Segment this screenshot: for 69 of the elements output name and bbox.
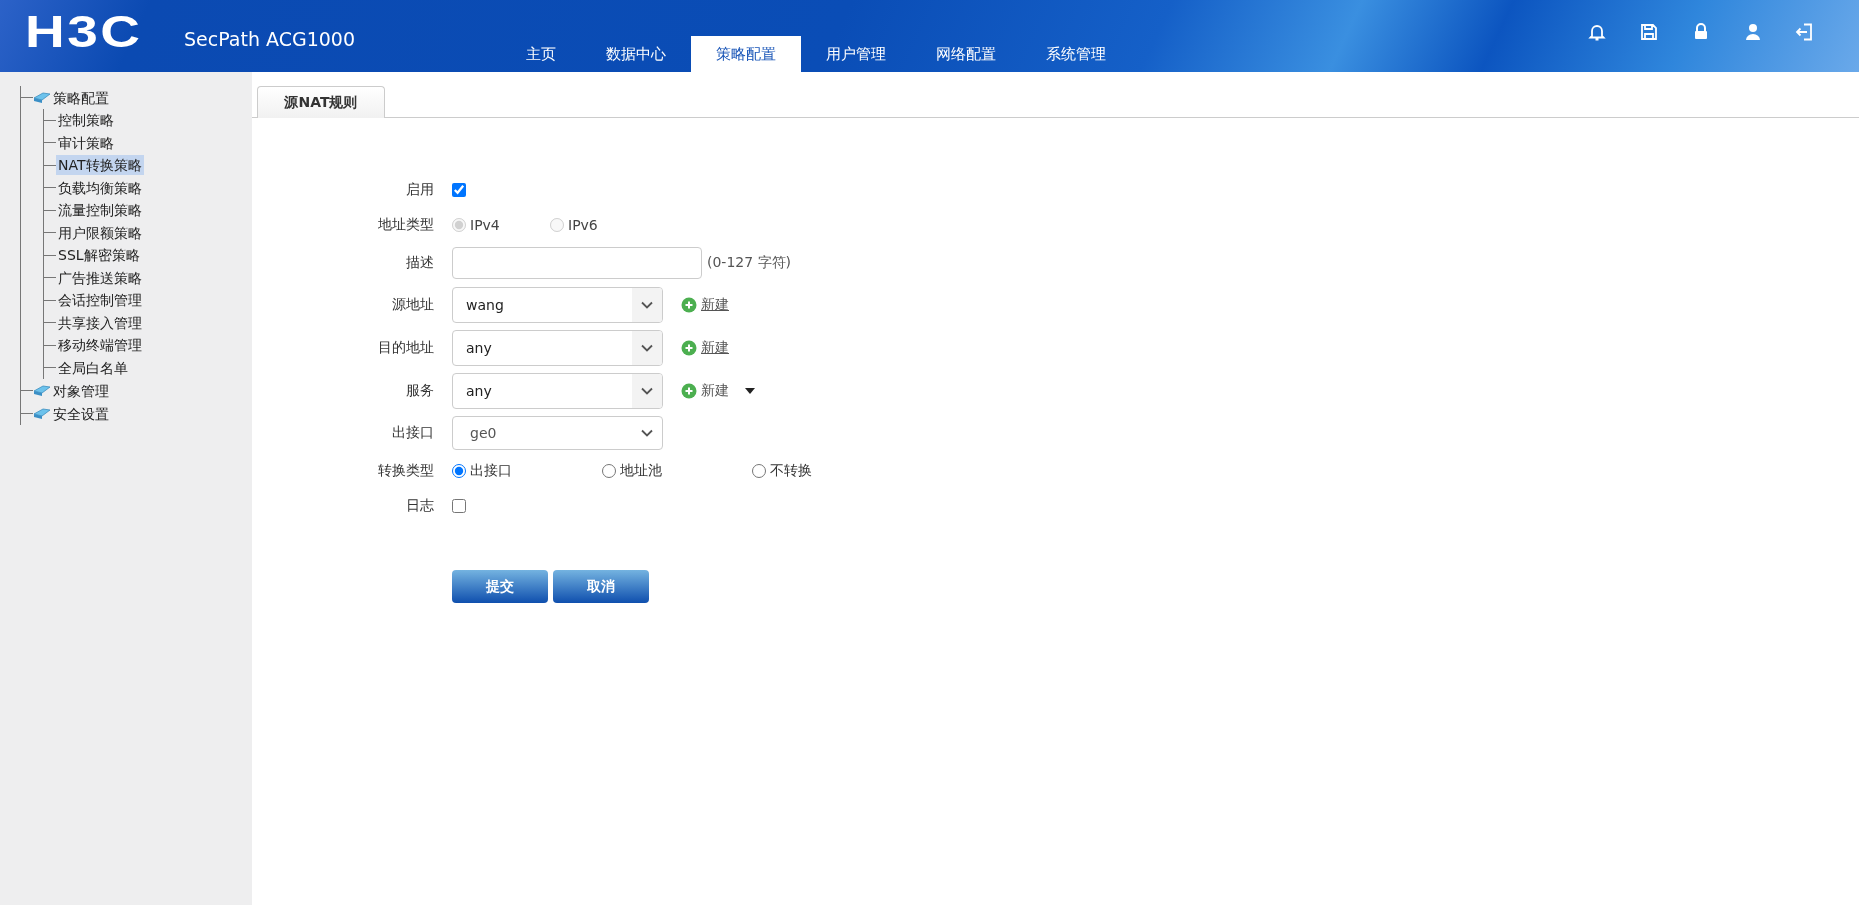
radio-label: 不转换 (770, 462, 812, 480)
chevron-down-icon (641, 344, 653, 352)
dropdown[interactable]: ge0 (452, 416, 663, 450)
nav-tab[interactable]: 主页 (501, 36, 581, 72)
product-name: SecPath ACG1000 (184, 27, 355, 52)
tree-item[interactable]: SSL解密策略 (56, 245, 142, 266)
plus-icon (681, 383, 697, 399)
description-field[interactable] (452, 247, 702, 279)
submit-button[interactable]: 提交 (452, 570, 548, 603)
field-label: 服务 (405, 382, 434, 400)
nav-tab[interactable]: 数据中心 (581, 36, 691, 72)
folder-icon (33, 90, 51, 105)
field-label: 目的地址 (377, 339, 434, 357)
plus-icon (681, 340, 697, 356)
nav-tab[interactable]: 策略配置 (691, 36, 801, 72)
logo: H3C (25, 10, 143, 54)
nav-tab[interactable]: 系统管理 (1021, 36, 1131, 72)
folder-icon (33, 383, 51, 398)
radio-button[interactable] (452, 464, 466, 478)
tree-item[interactable]: 全局白名单 (56, 357, 130, 378)
field-label: 源地址 (391, 296, 434, 314)
field-label: 启用 (405, 181, 434, 199)
tree-item[interactable]: 对象管理 (51, 380, 111, 401)
tree-item[interactable]: 负载均衡策略 (56, 177, 144, 198)
tree-item[interactable]: 安全设置 (51, 403, 111, 424)
dropdown[interactable]: any (452, 373, 663, 409)
tree-item[interactable]: 移动终端管理 (56, 335, 144, 356)
radio-button[interactable] (752, 464, 766, 478)
radio-label: IPv6 (568, 217, 598, 233)
tab[interactable]: 源NAT规则 (257, 86, 385, 118)
field-label: 转换类型 (377, 462, 434, 480)
new-link[interactable]: 新建 (681, 382, 755, 400)
tree-item[interactable]: 用户限额策略 (56, 222, 144, 243)
nav-tab[interactable]: 网络配置 (911, 36, 1021, 72)
field-label: 描述 (405, 254, 434, 272)
tree-item[interactable]: 控制策略 (56, 110, 116, 131)
radio-label: 出接口 (470, 462, 512, 480)
dropdown[interactable]: wang (452, 287, 663, 323)
chevron-down-icon (641, 301, 653, 309)
logout-icon[interactable] (1795, 22, 1815, 42)
nav-tab[interactable]: 用户管理 (801, 36, 911, 72)
chevron-down-icon (641, 429, 653, 437)
tree-item[interactable]: 流量控制策略 (56, 200, 144, 221)
cancel-button[interactable]: 取消 (553, 570, 649, 603)
tree-item[interactable]: 审计策略 (56, 132, 116, 153)
tree-item[interactable]: 会话控制管理 (56, 290, 144, 311)
chevron-down-icon (641, 387, 653, 395)
tree-item[interactable]: 策略配置 (51, 87, 111, 108)
radio-button[interactable] (602, 464, 616, 478)
bell-icon[interactable] (1587, 22, 1607, 42)
field-label: 地址类型 (377, 216, 434, 234)
plus-icon (681, 297, 697, 313)
radio-label: IPv4 (470, 217, 500, 233)
field-label: 日志 (405, 497, 434, 515)
checkbox[interactable] (452, 183, 466, 197)
user-icon[interactable] (1743, 22, 1763, 42)
dropdown[interactable]: any (452, 330, 663, 366)
tree-item[interactable]: NAT转换策略 (56, 155, 144, 176)
tree-item[interactable]: 共享接入管理 (56, 312, 144, 333)
tree-item[interactable]: 广告推送策略 (56, 267, 144, 288)
caret-icon (745, 388, 755, 394)
length-hint: (0-127 字符) (707, 254, 792, 272)
new-link[interactable]: 新建 (681, 296, 729, 314)
radio-label: 地址池 (620, 462, 662, 480)
new-link[interactable]: 新建 (681, 339, 729, 357)
save-icon[interactable] (1639, 22, 1659, 42)
checkbox[interactable] (452, 499, 466, 513)
folder-icon (33, 406, 51, 421)
field-label: 出接口 (391, 424, 434, 442)
